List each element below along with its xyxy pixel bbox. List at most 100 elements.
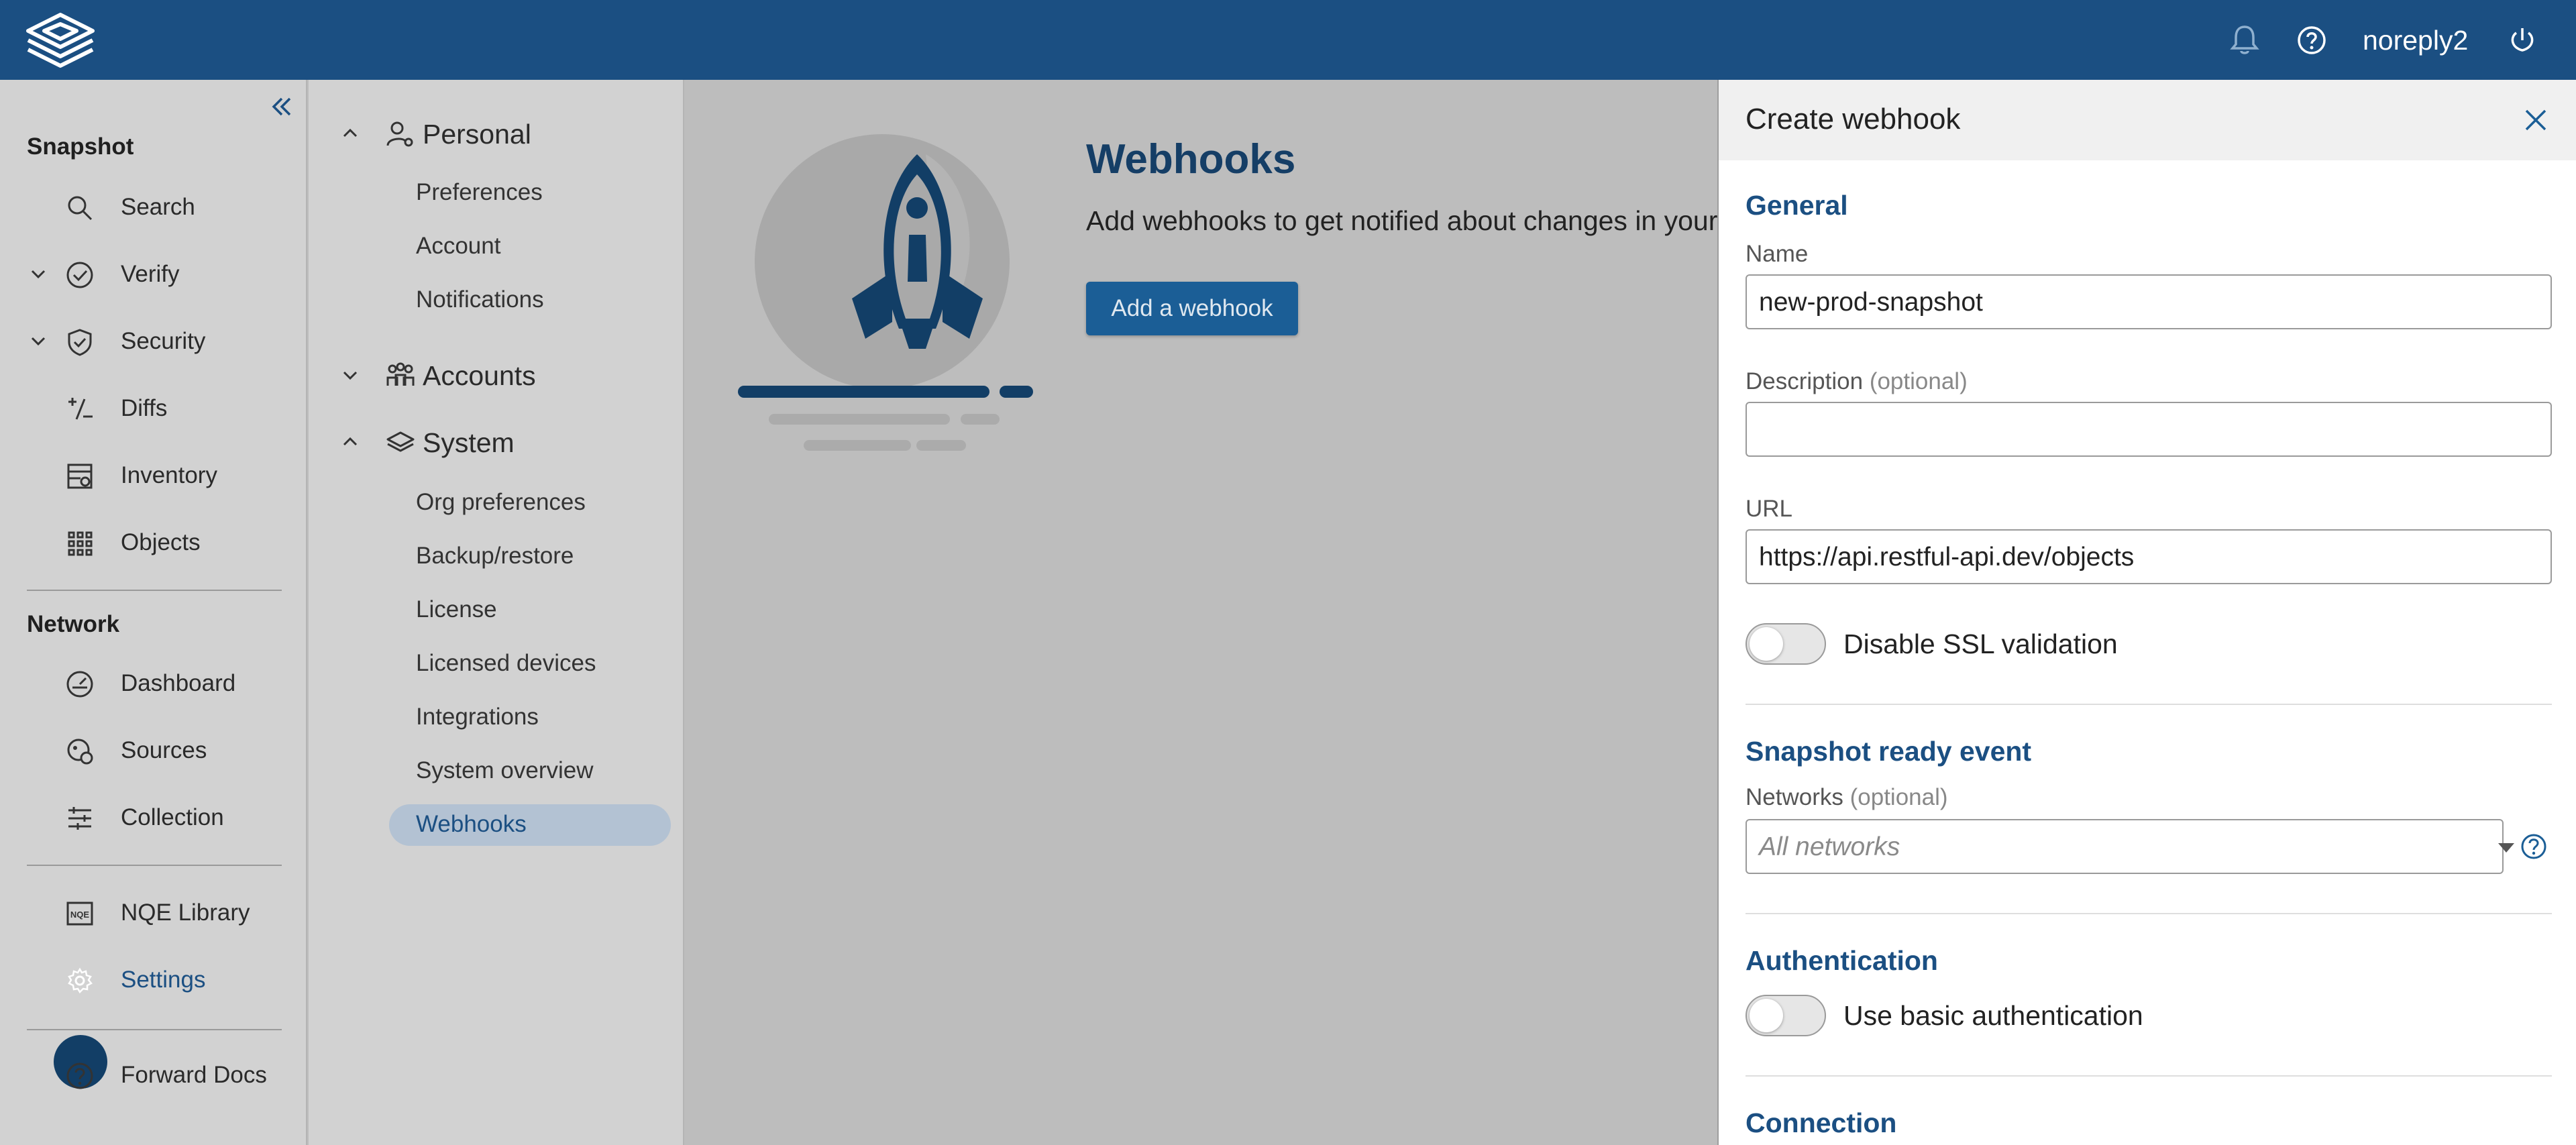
networks-placeholder: All networks bbox=[1759, 832, 1900, 861]
networks-label: Networks (optional) bbox=[1746, 784, 1948, 811]
create-webhook-drawer: Create webhook General Name new-prod-sna… bbox=[1717, 80, 2576, 1145]
double-chevron-left-icon[interactable] bbox=[267, 92, 297, 121]
section-divider bbox=[1746, 1075, 2552, 1077]
nav-item-search[interactable]: Search bbox=[27, 180, 288, 234]
nav-item-security[interactable]: Security bbox=[27, 315, 288, 368]
subnav-item-backup-restore[interactable]: Backup/restore bbox=[416, 543, 574, 569]
grid-icon bbox=[64, 528, 95, 559]
chevron-down-icon bbox=[338, 363, 362, 387]
nav-item-label: Search bbox=[121, 194, 195, 220]
section-divider bbox=[1746, 704, 2552, 705]
basic-auth-toggle[interactable] bbox=[1746, 995, 1826, 1036]
top-bar: noreply2 bbox=[0, 0, 2576, 80]
gauge-icon bbox=[64, 669, 95, 700]
subnav-item-license[interactable]: License bbox=[416, 596, 497, 623]
nav-item-diffs[interactable]: Diffs bbox=[27, 382, 288, 435]
shield-check-icon bbox=[64, 327, 95, 358]
layers-icon bbox=[385, 427, 416, 458]
nav-item-label: Dashboard bbox=[121, 670, 236, 696]
networks-select[interactable]: All networks bbox=[1746, 819, 2514, 874]
sliders-icon bbox=[64, 803, 95, 834]
user-menu[interactable]: noreply2 bbox=[2363, 23, 2468, 58]
ssl-validation-label: Disable SSL validation bbox=[1843, 629, 2118, 659]
toggle-knob bbox=[1750, 999, 1783, 1032]
subnav-item-webhooks[interactable]: Webhooks bbox=[416, 811, 527, 838]
page-description: Add webhooks to get notified about chang… bbox=[1086, 205, 1717, 236]
networks-label-text: Networks bbox=[1746, 784, 1843, 810]
nav-item-verify[interactable]: Verify bbox=[27, 248, 288, 301]
page-title: Webhooks bbox=[1086, 136, 1296, 182]
plus-minus-icon bbox=[64, 394, 95, 425]
nav-item-objects[interactable]: Objects bbox=[27, 516, 288, 569]
nqe-icon: NQE bbox=[64, 898, 95, 929]
nav-item-label: Verify bbox=[121, 261, 180, 287]
nav-item-collection[interactable]: Collection bbox=[27, 791, 288, 844]
section-heading-authentication: Authentication bbox=[1746, 945, 1938, 976]
subnav-item-notifications[interactable]: Notifications bbox=[416, 286, 544, 313]
subnav-item-system-overview[interactable]: System overview bbox=[416, 757, 594, 784]
group-accounts[interactable]: Accounts bbox=[338, 352, 674, 395]
section-heading-connection: Connection bbox=[1746, 1107, 1897, 1138]
gear-icon bbox=[64, 965, 95, 996]
caret-down-icon bbox=[2498, 843, 2514, 853]
help-icon[interactable] bbox=[2292, 20, 2332, 60]
chevron-up-icon bbox=[338, 121, 362, 146]
group-label: Accounts bbox=[423, 360, 536, 391]
section-heading-general: General bbox=[1746, 190, 1848, 221]
nav-item-settings[interactable]: Settings bbox=[27, 953, 288, 1007]
group-label: System bbox=[423, 427, 515, 458]
nav-item-nqe-library[interactable]: NQE NQE Library bbox=[27, 886, 288, 940]
nav-item-label: Collection bbox=[121, 804, 224, 830]
nav-item-label: Security bbox=[121, 328, 206, 354]
power-icon[interactable] bbox=[2502, 20, 2542, 60]
inventory-icon bbox=[64, 461, 95, 492]
name-label: Name bbox=[1746, 241, 1809, 267]
ssl-validation-toggle[interactable] bbox=[1746, 623, 1826, 665]
section-heading-snapshot-ready: Snapshot ready event bbox=[1746, 736, 2032, 767]
user-gear-icon bbox=[385, 119, 416, 150]
group-label: Personal bbox=[423, 119, 531, 150]
close-icon[interactable] bbox=[2521, 105, 2551, 135]
sources-icon bbox=[64, 736, 95, 767]
nav-item-forward-docs[interactable]: Forward Docs bbox=[27, 1048, 288, 1102]
nav-item-label: Forward Docs bbox=[121, 1062, 267, 1088]
nav-item-label: Inventory bbox=[121, 462, 217, 488]
description-field[interactable] bbox=[1746, 402, 2552, 457]
nav-item-label: Settings bbox=[121, 967, 206, 993]
nav-divider bbox=[27, 1029, 282, 1030]
optional-hint: (optional) bbox=[1869, 368, 1968, 394]
bell-icon[interactable] bbox=[2224, 20, 2265, 60]
subnav-item-preferences[interactable]: Preferences bbox=[416, 179, 543, 206]
subnav-item-licensed-devices[interactable]: Licensed devices bbox=[416, 650, 596, 677]
basic-auth-label: Use basic authentication bbox=[1843, 1000, 2143, 1031]
svg-text:NQE: NQE bbox=[70, 910, 90, 920]
url-label: URL bbox=[1746, 496, 1793, 522]
subnav-item-org-preferences[interactable]: Org preferences bbox=[416, 489, 586, 516]
optional-hint: (optional) bbox=[1849, 784, 1948, 810]
search-icon bbox=[64, 193, 95, 223]
nav-item-inventory[interactable]: Inventory bbox=[27, 449, 288, 502]
app-logo-icon[interactable] bbox=[23, 11, 98, 70]
nav-divider bbox=[27, 590, 282, 591]
group-system[interactable]: System bbox=[338, 419, 674, 462]
url-field[interactable]: https://api.restful-api.dev/objects bbox=[1746, 529, 2552, 584]
left-nav: Snapshot Search Verify Security Diffs In… bbox=[0, 80, 307, 1145]
name-field[interactable]: new-prod-snapshot bbox=[1746, 274, 2552, 329]
subnav-item-account[interactable]: Account bbox=[416, 233, 500, 260]
users-icon bbox=[385, 360, 416, 391]
chevron-up-icon bbox=[338, 430, 362, 454]
group-personal[interactable]: Personal bbox=[338, 111, 674, 154]
add-webhook-button[interactable]: Add a webhook bbox=[1086, 282, 1298, 335]
drawer-header: Create webhook bbox=[1719, 80, 2576, 160]
chevron-down-icon bbox=[27, 329, 50, 352]
nav-item-dashboard[interactable]: Dashboard bbox=[27, 657, 288, 710]
section-heading-snapshot: Snapshot bbox=[27, 133, 134, 160]
help-icon[interactable] bbox=[2518, 831, 2549, 862]
nav-item-label: Sources bbox=[121, 737, 207, 763]
section-divider bbox=[1746, 913, 2552, 914]
subnav-item-integrations[interactable]: Integrations bbox=[416, 704, 539, 730]
toggle-knob bbox=[1750, 627, 1783, 661]
help-circle-icon bbox=[64, 1060, 95, 1091]
description-label: Description (optional) bbox=[1746, 368, 1968, 395]
nav-item-sources[interactable]: Sources bbox=[27, 724, 288, 777]
